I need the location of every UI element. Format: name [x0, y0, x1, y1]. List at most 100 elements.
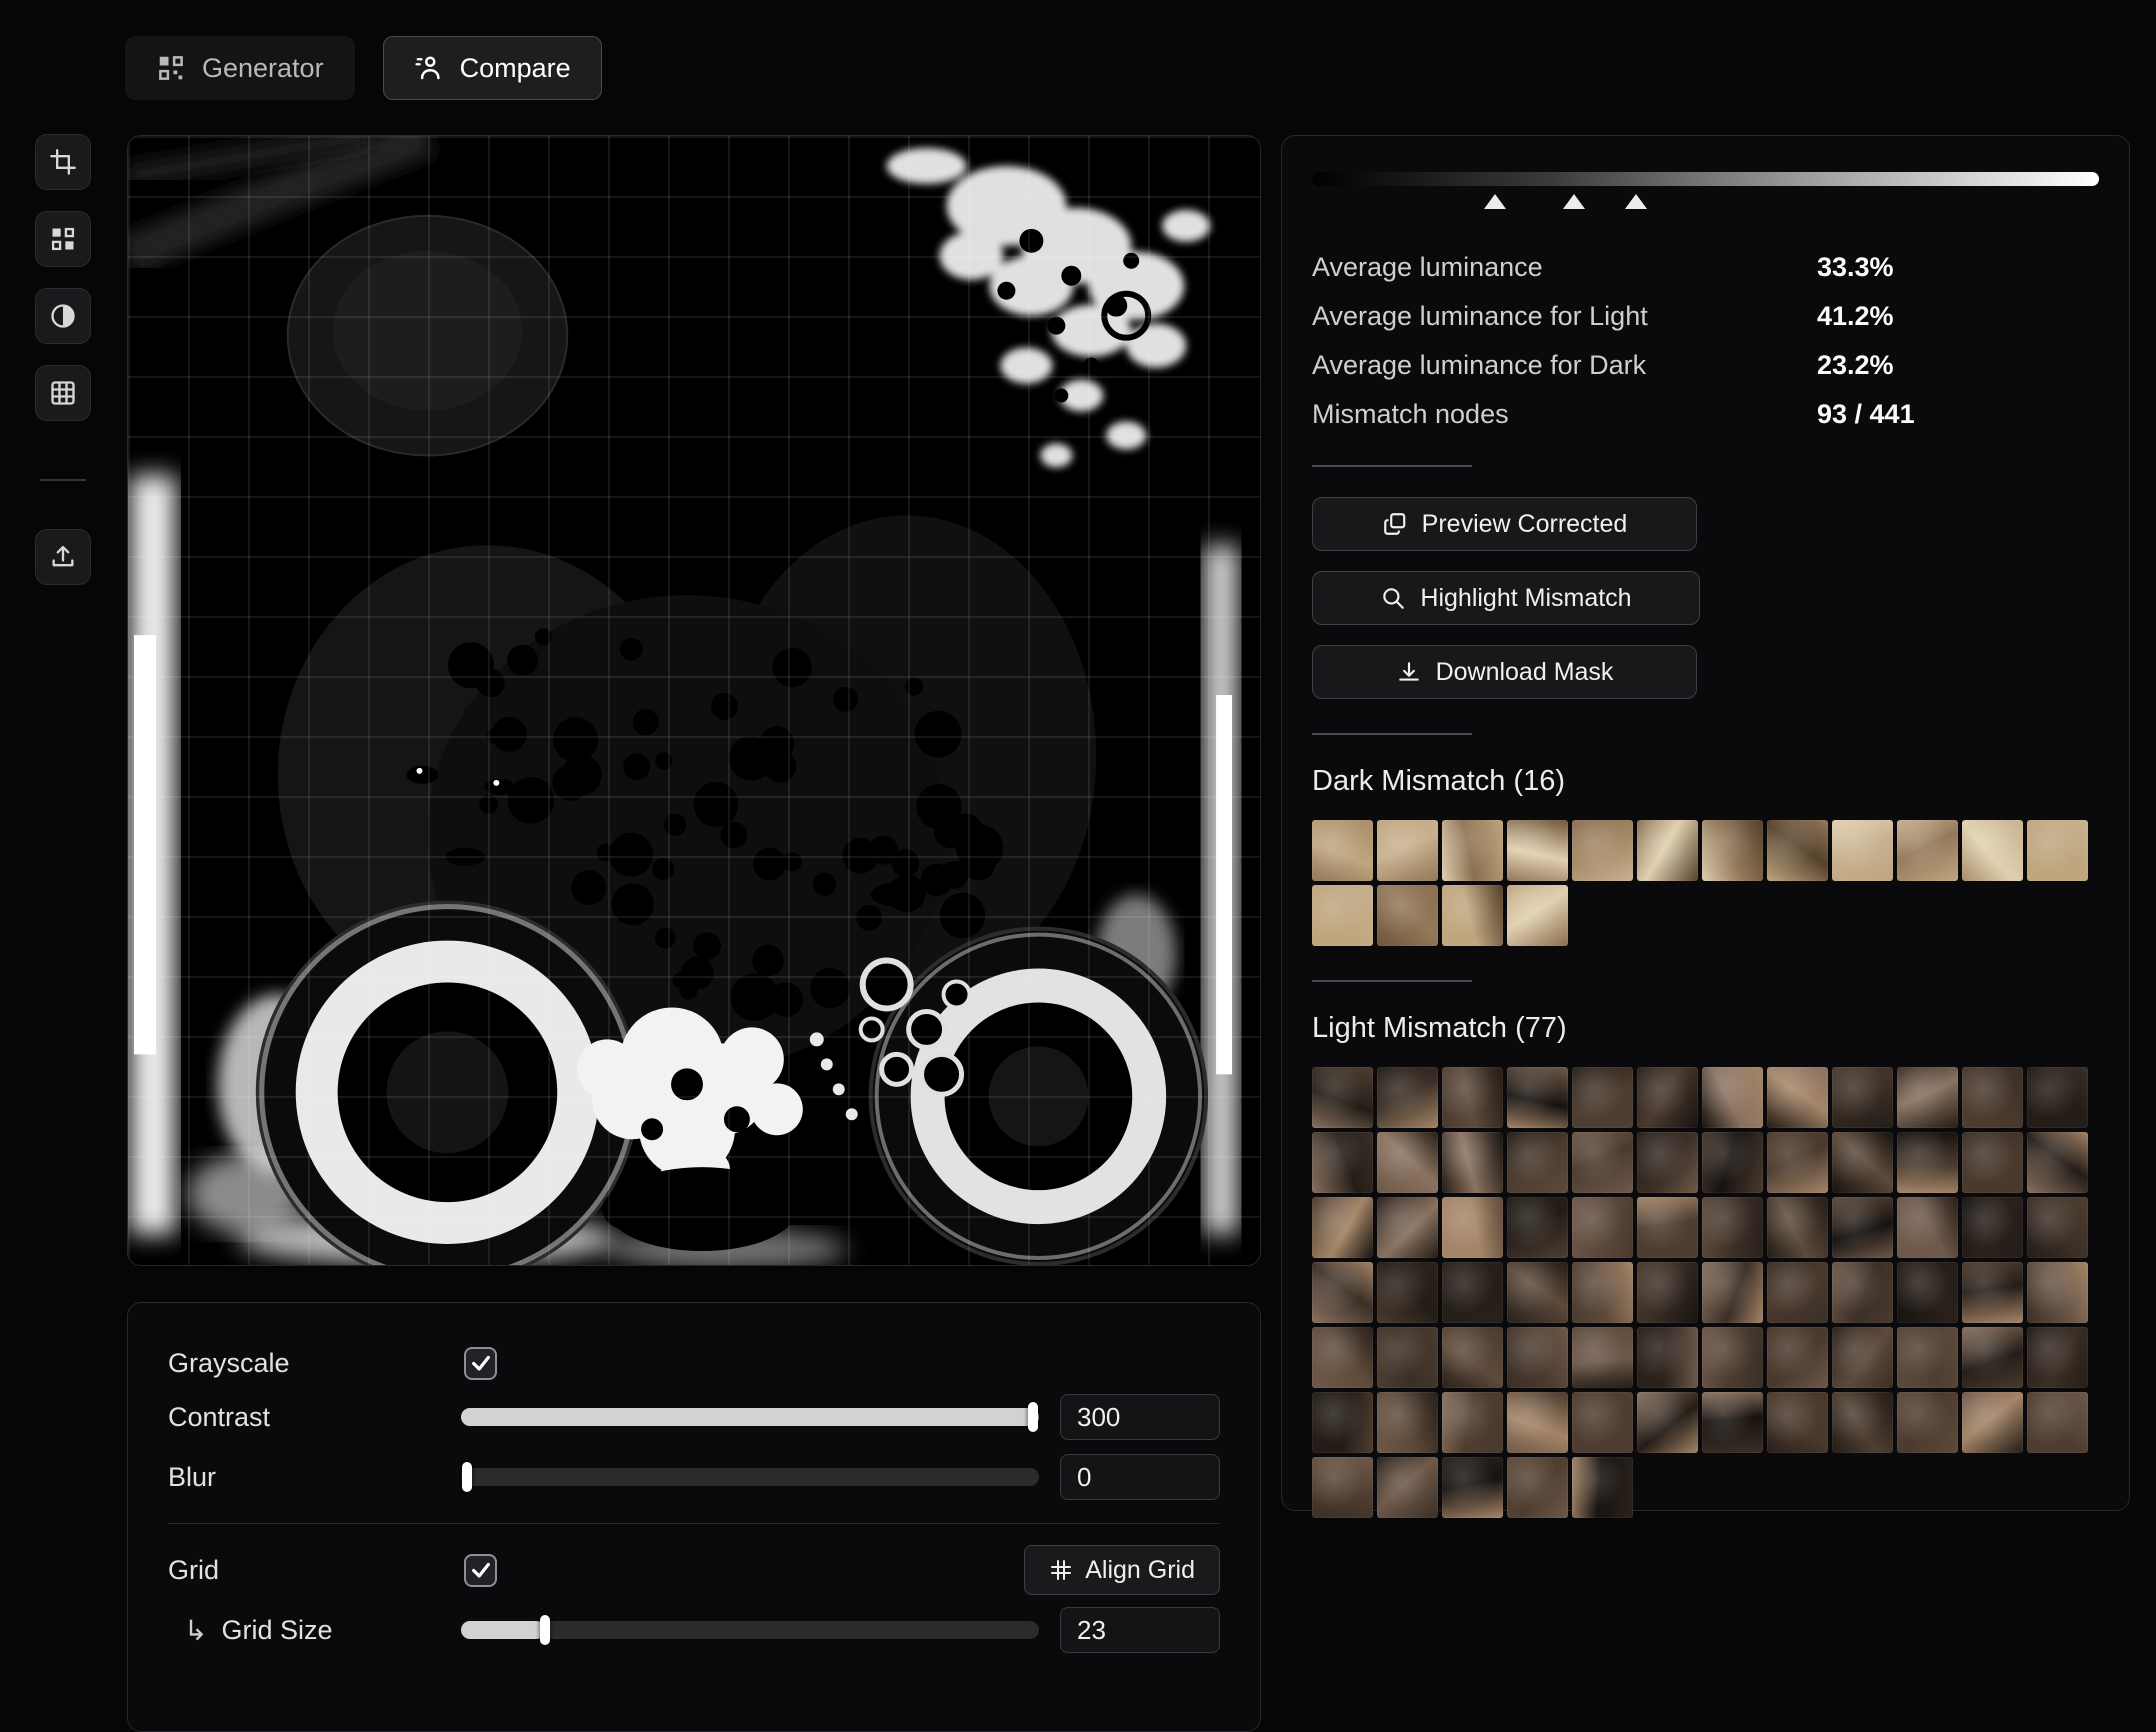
- light-mismatch-tile[interactable]: [1962, 1197, 2023, 1258]
- light-mismatch-tile[interactable]: [2027, 1197, 2088, 1258]
- download-mask-button[interactable]: Download Mask: [1312, 645, 1697, 699]
- dark-mismatch-tile[interactable]: [1897, 820, 1958, 881]
- light-mismatch-tile[interactable]: [1377, 1197, 1438, 1258]
- light-mismatch-tile[interactable]: [1377, 1132, 1438, 1193]
- light-mismatch-tile[interactable]: [1507, 1392, 1568, 1453]
- align-grid-button[interactable]: Align Grid: [1024, 1545, 1220, 1595]
- light-mismatch-tile[interactable]: [1637, 1132, 1698, 1193]
- dark-mismatch-tile[interactable]: [1507, 885, 1568, 946]
- preview-corrected-button[interactable]: Preview Corrected: [1312, 497, 1697, 551]
- light-mismatch-tile[interactable]: [1832, 1197, 1893, 1258]
- dark-mismatch-tile[interactable]: [1572, 820, 1633, 881]
- grid-checkbox[interactable]: [464, 1554, 497, 1587]
- light-mismatch-tile[interactable]: [1572, 1197, 1633, 1258]
- light-mismatch-tile[interactable]: [2027, 1392, 2088, 1453]
- tab-generator[interactable]: Generator: [125, 36, 355, 100]
- dark-mismatch-tile[interactable]: [1377, 820, 1438, 881]
- image-canvas[interactable]: [127, 135, 1261, 1266]
- dark-mismatch-tile[interactable]: [2027, 820, 2088, 881]
- light-mismatch-tile[interactable]: [1637, 1067, 1698, 1128]
- light-mismatch-tile[interactable]: [1312, 1262, 1373, 1323]
- light-mismatch-tile[interactable]: [1832, 1327, 1893, 1388]
- dark-mismatch-tile[interactable]: [1702, 820, 1763, 881]
- light-mismatch-tile[interactable]: [1897, 1262, 1958, 1323]
- light-mismatch-tile[interactable]: [1897, 1067, 1958, 1128]
- light-mismatch-tile[interactable]: [1897, 1132, 1958, 1193]
- light-mismatch-tile[interactable]: [1507, 1132, 1568, 1193]
- light-mismatch-tile[interactable]: [1702, 1327, 1763, 1388]
- light-mismatch-tile[interactable]: [1767, 1262, 1828, 1323]
- light-mismatch-tile[interactable]: [1312, 1457, 1373, 1518]
- light-mismatch-tile[interactable]: [1572, 1327, 1633, 1388]
- light-mismatch-tile[interactable]: [1507, 1067, 1568, 1128]
- light-mismatch-tile[interactable]: [1767, 1067, 1828, 1128]
- light-mismatch-tile[interactable]: [1767, 1392, 1828, 1453]
- light-mismatch-tile[interactable]: [1377, 1457, 1438, 1518]
- dark-mismatch-tile[interactable]: [1442, 820, 1503, 881]
- grid-size-input[interactable]: [1060, 1607, 1220, 1653]
- light-mismatch-tile[interactable]: [1962, 1132, 2023, 1193]
- light-mismatch-tile[interactable]: [1377, 1327, 1438, 1388]
- light-mismatch-tile[interactable]: [1442, 1457, 1503, 1518]
- light-mismatch-tile[interactable]: [1442, 1262, 1503, 1323]
- light-mismatch-tile[interactable]: [1897, 1392, 1958, 1453]
- light-mismatch-tile[interactable]: [1572, 1132, 1633, 1193]
- dark-mismatch-tile[interactable]: [1637, 820, 1698, 881]
- light-mismatch-tile[interactable]: [1962, 1067, 2023, 1128]
- light-mismatch-tile[interactable]: [1832, 1132, 1893, 1193]
- tiles-button[interactable]: [35, 211, 91, 267]
- light-mismatch-tile[interactable]: [1442, 1197, 1503, 1258]
- light-mismatch-tile[interactable]: [1442, 1067, 1503, 1128]
- light-mismatch-tile[interactable]: [1897, 1197, 1958, 1258]
- contrast-slider[interactable]: [461, 1408, 1039, 1426]
- contrast-button[interactable]: [35, 288, 91, 344]
- light-mismatch-tile[interactable]: [1702, 1197, 1763, 1258]
- light-mismatch-tile[interactable]: [2027, 1067, 2088, 1128]
- light-mismatch-tile[interactable]: [1312, 1132, 1373, 1193]
- light-mismatch-tile[interactable]: [1312, 1067, 1373, 1128]
- upload-button[interactable]: [35, 529, 91, 585]
- grid-button[interactable]: [35, 365, 91, 421]
- light-mismatch-tile[interactable]: [1962, 1327, 2023, 1388]
- light-mismatch-tile[interactable]: [1637, 1262, 1698, 1323]
- dark-mismatch-tile[interactable]: [1442, 885, 1503, 946]
- dark-mismatch-tile[interactable]: [1507, 820, 1568, 881]
- light-mismatch-tile[interactable]: [1507, 1457, 1568, 1518]
- light-mismatch-tile[interactable]: [1572, 1262, 1633, 1323]
- dark-mismatch-tile[interactable]: [1767, 820, 1828, 881]
- highlight-mismatch-button[interactable]: Highlight Mismatch: [1312, 571, 1700, 625]
- crop-button[interactable]: [35, 134, 91, 190]
- light-mismatch-tile[interactable]: [1377, 1392, 1438, 1453]
- light-mismatch-tile[interactable]: [1507, 1327, 1568, 1388]
- light-mismatch-tile[interactable]: [1962, 1262, 2023, 1323]
- light-mismatch-tile[interactable]: [1442, 1132, 1503, 1193]
- light-mismatch-tile[interactable]: [1377, 1262, 1438, 1323]
- blur-input[interactable]: [1060, 1454, 1220, 1500]
- light-mismatch-tile[interactable]: [1572, 1067, 1633, 1128]
- grayscale-checkbox[interactable]: [464, 1347, 497, 1380]
- light-mismatch-tile[interactable]: [1832, 1262, 1893, 1323]
- contrast-input[interactable]: [1060, 1394, 1220, 1440]
- light-mismatch-tile[interactable]: [1702, 1392, 1763, 1453]
- blur-slider[interactable]: [461, 1468, 1039, 1486]
- blur-slider-handle[interactable]: [462, 1462, 472, 1492]
- light-mismatch-tile[interactable]: [1702, 1067, 1763, 1128]
- dark-mismatch-tile[interactable]: [1832, 820, 1893, 881]
- light-mismatch-tile[interactable]: [1637, 1327, 1698, 1388]
- grid-size-slider-handle[interactable]: [540, 1615, 550, 1645]
- light-mismatch-tile[interactable]: [1507, 1197, 1568, 1258]
- light-mismatch-tile[interactable]: [1312, 1392, 1373, 1453]
- light-mismatch-tile[interactable]: [1312, 1327, 1373, 1388]
- light-mismatch-tile[interactable]: [1442, 1327, 1503, 1388]
- light-mismatch-tile[interactable]: [1572, 1457, 1633, 1518]
- dark-mismatch-tile[interactable]: [1962, 820, 2023, 881]
- dark-mismatch-tile[interactable]: [1312, 820, 1373, 881]
- light-mismatch-tile[interactable]: [1767, 1132, 1828, 1193]
- light-mismatch-tile[interactable]: [1767, 1197, 1828, 1258]
- light-mismatch-tile[interactable]: [1572, 1392, 1633, 1453]
- light-mismatch-tile[interactable]: [1507, 1262, 1568, 1323]
- light-mismatch-tile[interactable]: [1897, 1327, 1958, 1388]
- light-mismatch-tile[interactable]: [2027, 1327, 2088, 1388]
- dark-mismatch-tile[interactable]: [1377, 885, 1438, 946]
- light-mismatch-tile[interactable]: [1312, 1197, 1373, 1258]
